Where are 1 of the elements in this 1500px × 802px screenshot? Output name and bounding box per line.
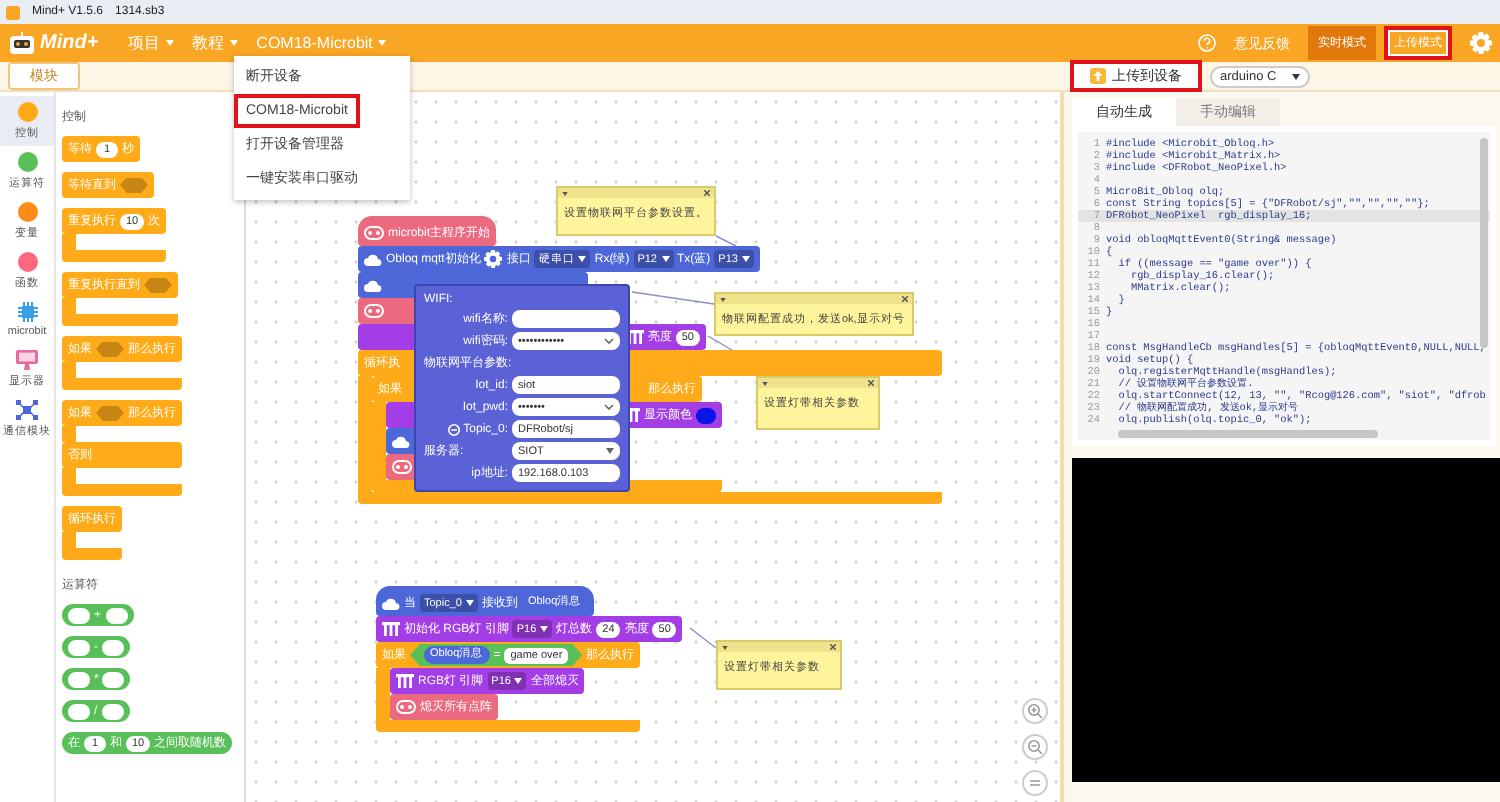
logo-text: Mind+ [40,32,99,54]
